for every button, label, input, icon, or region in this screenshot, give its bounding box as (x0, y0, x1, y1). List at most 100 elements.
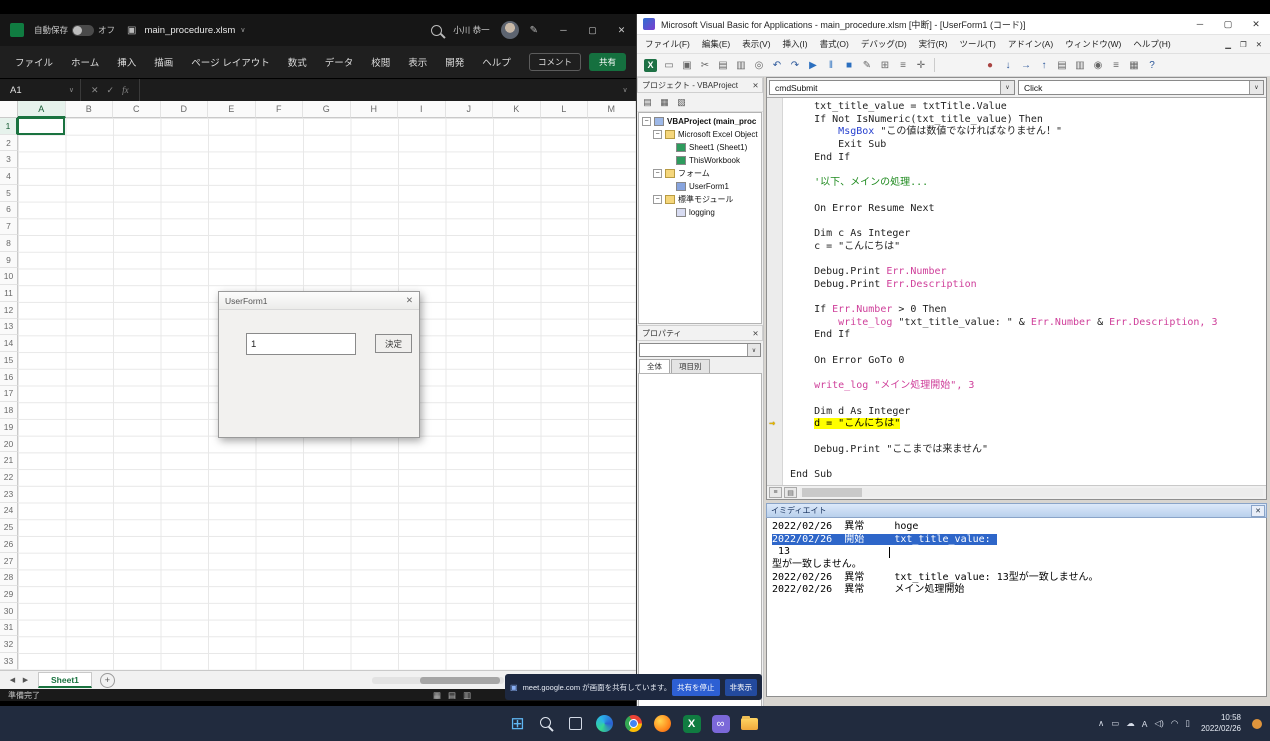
step-out-icon[interactable]: ↑ (1035, 56, 1053, 74)
prev-sheet-icon[interactable]: ◀ (6, 676, 19, 684)
row-header[interactable]: 5 (0, 185, 18, 202)
add-sheet-button[interactable]: + (100, 673, 115, 688)
ime-mode-icon[interactable]: A (1142, 719, 1148, 729)
column-header[interactable]: D (161, 101, 209, 118)
ribbon-tab[interactable]: ファイル (6, 50, 62, 74)
row-header[interactable]: 30 (0, 603, 18, 620)
column-header[interactable]: F (256, 101, 304, 118)
vba-menu-item[interactable]: デバッグ(D) (855, 36, 913, 52)
task-view-button[interactable] (564, 712, 588, 736)
row-header[interactable]: 29 (0, 586, 18, 603)
ribbon-tab[interactable]: データ (316, 50, 363, 74)
row-header[interactable]: 15 (0, 352, 18, 369)
enter-icon[interactable]: ✓ (107, 85, 115, 96)
userform-close-icon[interactable]: ✕ (406, 295, 413, 306)
vba-maximize-button[interactable]: ▢ (1214, 14, 1242, 34)
tray-chevron-icon[interactable]: ∧ (1098, 718, 1104, 729)
row-header[interactable]: 4 (0, 168, 18, 185)
ribbon-tab[interactable]: 表示 (399, 50, 436, 74)
select-all-corner[interactable] (0, 101, 18, 118)
excel-taskbar-icon[interactable]: X (683, 715, 701, 733)
stop-sharing-button[interactable]: 共有を停止 (672, 679, 720, 696)
help-icon[interactable]: ? (1143, 56, 1161, 74)
row-header[interactable]: 21 (0, 452, 18, 469)
vba-menu-item[interactable]: ツール(T) (953, 36, 1001, 52)
chrome-icon[interactable] (622, 712, 646, 736)
locals-window-icon[interactable]: ▤ (1053, 56, 1071, 74)
save-icon[interactable]: ▣ (127, 25, 136, 36)
volume-icon[interactable]: ◁) (1154, 718, 1163, 729)
row-header[interactable]: 25 (0, 519, 18, 536)
project-tree-item[interactable]: ThisWorkbook (639, 154, 761, 167)
formula-bar-expand-icon[interactable]: ∨ (614, 79, 636, 101)
object-dropdown[interactable]: cmdSubmit ∨ (769, 80, 1015, 95)
page-break-view-icon[interactable]: ▥ (463, 690, 471, 701)
hide-bar-button[interactable]: 非表示 (725, 679, 758, 696)
name-box[interactable]: A1 ∨ (0, 79, 81, 101)
row-header[interactable]: 14 (0, 335, 18, 352)
explorer-icon[interactable] (738, 712, 762, 736)
row-header[interactable]: 16 (0, 369, 18, 386)
toggle-folders-icon[interactable]: ▧ (674, 95, 689, 110)
ribbon-tab[interactable]: ヘルプ (473, 50, 520, 74)
tree-expander-icon[interactable]: − (653, 169, 662, 178)
row-header[interactable]: 28 (0, 569, 18, 586)
onedrive-icon[interactable]: ☁ (1126, 718, 1135, 729)
vba-menu-item[interactable]: ヘルプ(H) (1127, 36, 1176, 52)
properties-dropdown-icon[interactable]: ∨ (747, 344, 760, 356)
vba-minimize-button[interactable]: ─ (1186, 14, 1214, 34)
vba-menu-item[interactable]: アドイン(A) (1002, 36, 1059, 52)
project-explorer-icon[interactable]: ⊞ (876, 56, 894, 74)
search-icon[interactable] (431, 25, 442, 36)
row-header[interactable]: 27 (0, 553, 18, 570)
project-tree-item[interactable]: −標準モジュール (639, 193, 761, 206)
vba-menu-item[interactable]: 編集(E) (696, 36, 736, 52)
pen-icon[interactable]: ✎ (530, 25, 538, 36)
row-header[interactable]: 22 (0, 469, 18, 486)
autosave-control[interactable]: 自動保存 オフ (34, 24, 115, 36)
column-header[interactable]: I (398, 101, 446, 118)
column-header[interactable]: L (541, 101, 589, 118)
properties-object-dropdown[interactable]: ∨ (639, 343, 761, 357)
object-browser-icon[interactable]: ▦ (1125, 56, 1143, 74)
workbook-title[interactable]: main_procedure.xlsm (144, 25, 235, 36)
properties-panel-header[interactable]: プロパティ ✕ (637, 325, 763, 341)
properties-tab[interactable]: 全体 (639, 359, 670, 373)
immediate-body[interactable]: 2022/02/26 異常 hoge2022/02/26 開始 txt_titl… (766, 518, 1267, 697)
module-view-button[interactable]: ▤ (784, 487, 797, 498)
autosave-toggle[interactable] (72, 25, 94, 36)
event-dropdown[interactable]: Click ∨ (1018, 80, 1264, 95)
row-header[interactable]: 7 (0, 218, 18, 235)
vba-menu-item[interactable]: 書式(O) (814, 36, 855, 52)
vba-menu-item[interactable]: 実行(R) (913, 36, 954, 52)
column-header[interactable]: G (303, 101, 351, 118)
project-tree-item[interactable]: UserForm1 (639, 180, 761, 193)
row-header[interactable]: 33 (0, 653, 18, 670)
immediate-window-icon[interactable]: ▥ (1071, 56, 1089, 74)
start-button[interactable]: ⊞ (506, 712, 530, 736)
name-box-dropdown-icon[interactable]: ∨ (69, 86, 74, 94)
row-header[interactable]: 31 (0, 620, 18, 637)
notifications-badge[interactable] (1252, 719, 1262, 729)
watch-window-icon[interactable]: ◉ (1089, 56, 1107, 74)
reset-icon[interactable]: ■ (840, 56, 858, 74)
sheet-tab-sheet1[interactable]: Sheet1 (38, 672, 92, 688)
paste-icon[interactable]: ▥ (732, 56, 750, 74)
userform-submit-button[interactable]: 決定 (375, 334, 412, 353)
find-icon[interactable]: ◎ (750, 56, 768, 74)
redo-icon[interactable]: ↷ (786, 56, 804, 74)
formula-input[interactable] (140, 79, 614, 101)
properties-list[interactable] (638, 373, 762, 708)
break-icon[interactable]: ‖ (822, 56, 840, 74)
userform-titlebar[interactable]: UserForm1 ✕ (219, 292, 419, 310)
row-header[interactable]: 26 (0, 536, 18, 553)
firefox-icon[interactable] (651, 712, 675, 736)
next-sheet-icon[interactable]: ▶ (19, 676, 32, 684)
column-header[interactable]: C (113, 101, 161, 118)
step-into-icon[interactable]: ↓ (999, 56, 1017, 74)
object-dropdown-icon[interactable]: ∨ (1000, 81, 1014, 94)
search-button[interactable] (535, 712, 559, 736)
avatar[interactable] (501, 21, 519, 39)
mdi-restore-icon[interactable]: ❐ (1240, 40, 1247, 49)
vba-close-button[interactable]: ✕ (1242, 14, 1270, 34)
